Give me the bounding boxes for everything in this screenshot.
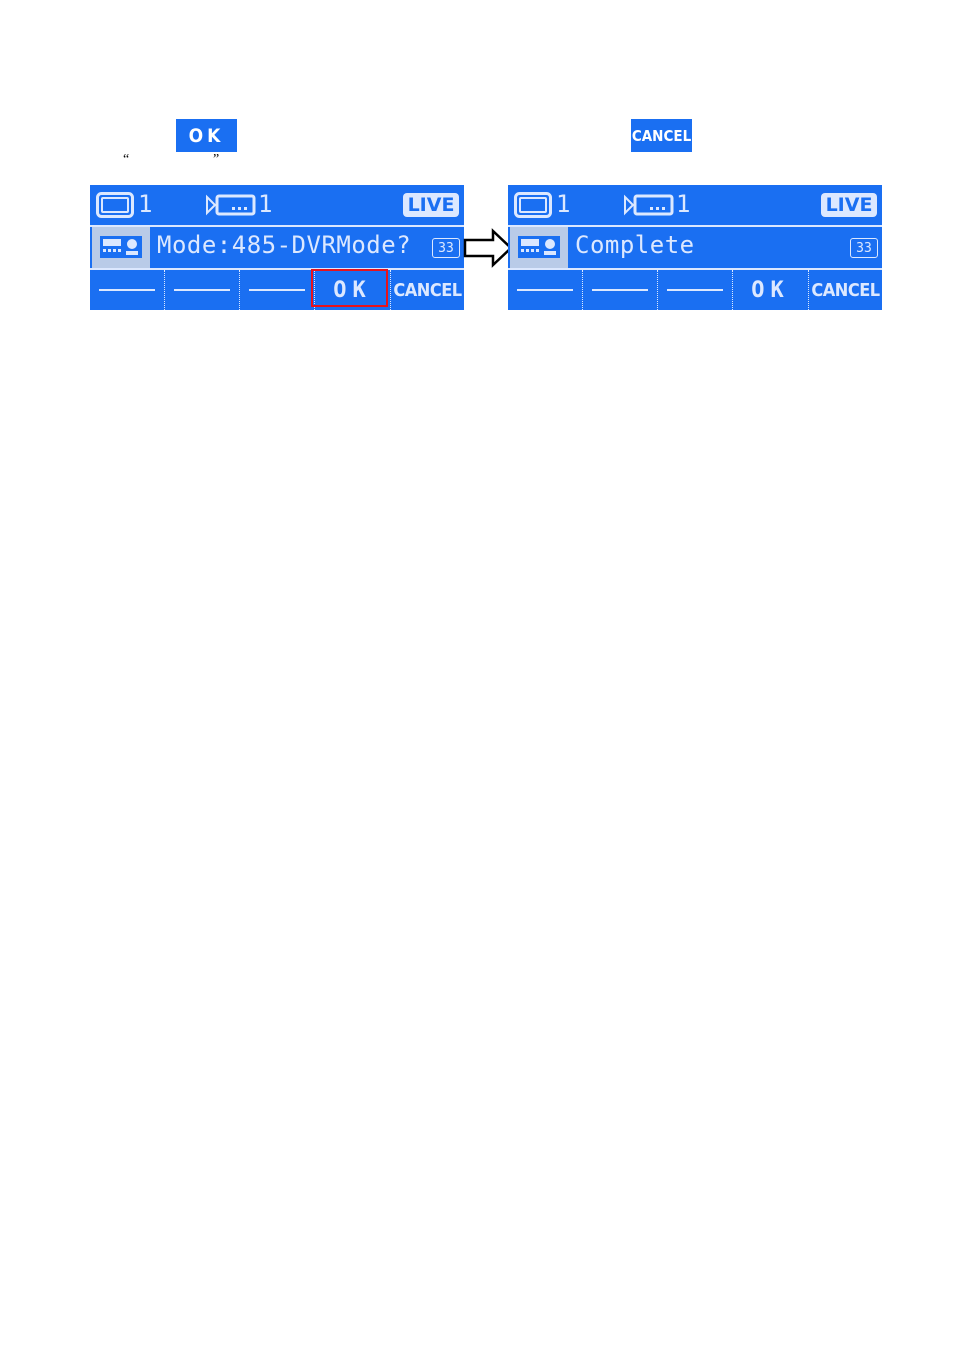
status-row: 1 1 LIVE bbox=[508, 185, 882, 225]
cancel-label: CANCEL bbox=[393, 279, 462, 301]
softkey-2[interactable] bbox=[582, 270, 657, 310]
monitor-count: 1 bbox=[556, 190, 571, 218]
softkey-cancel[interactable]: CANCEL bbox=[390, 270, 464, 310]
lcd-screen-after: 1 1 LIVE Complete 33 OK CANCEL bbox=[508, 185, 882, 310]
lcd-message: Mode:485-DVRMode? bbox=[157, 231, 412, 259]
right-arrow-icon bbox=[463, 228, 513, 268]
empty-key-dash bbox=[592, 289, 648, 291]
empty-key-dash bbox=[517, 289, 573, 291]
dvr-icon-box bbox=[92, 227, 150, 268]
cancel-label: CANCEL bbox=[811, 279, 880, 301]
message-row: Mode:485-DVRMode? 33 bbox=[90, 227, 464, 268]
softkey-cancel[interactable]: CANCEL bbox=[808, 270, 882, 310]
monitor-icon bbox=[514, 192, 552, 218]
monitor-count: 1 bbox=[138, 190, 153, 218]
live-badge: LIVE bbox=[821, 193, 877, 217]
ok-label: OK bbox=[751, 277, 790, 303]
softkey-ok[interactable]: OK bbox=[732, 270, 808, 310]
channel-badge: 33 bbox=[850, 238, 878, 258]
softkey-row: OK CANCEL bbox=[508, 270, 882, 310]
empty-key-dash bbox=[174, 289, 230, 291]
lcd-screen-before: 1 1 LIVE Mode:485-DVRMode? 33 OK CANCEL bbox=[90, 185, 464, 310]
softkey-2[interactable] bbox=[164, 270, 239, 310]
close-quote: ” bbox=[213, 152, 220, 167]
softkey-row: OK CANCEL bbox=[90, 270, 464, 310]
status-row: 1 1 LIVE bbox=[90, 185, 464, 225]
empty-key-dash bbox=[99, 289, 155, 291]
dvr-icon-box bbox=[510, 227, 568, 268]
softkey-1[interactable] bbox=[508, 270, 582, 310]
monitor-icon bbox=[96, 192, 134, 218]
channel-badge: 33 bbox=[432, 238, 460, 258]
ok-key-chip: OK bbox=[176, 119, 237, 152]
dvr-keypad-icon bbox=[100, 236, 142, 258]
live-badge: LIVE bbox=[403, 193, 459, 217]
camera-icon bbox=[624, 194, 674, 216]
softkey-3[interactable] bbox=[657, 270, 732, 310]
lcd-message: Complete bbox=[575, 231, 695, 259]
softkey-ok[interactable]: OK bbox=[314, 270, 390, 310]
camera-icon bbox=[206, 194, 256, 216]
ok-label: OK bbox=[333, 277, 372, 303]
open-quote: “ bbox=[123, 152, 130, 167]
cancel-key-chip: CANCEL bbox=[631, 119, 692, 152]
camera-count: 1 bbox=[258, 190, 273, 218]
camera-count: 1 bbox=[676, 190, 691, 218]
message-row: Complete 33 bbox=[508, 227, 882, 268]
empty-key-dash bbox=[667, 289, 723, 291]
dvr-keypad-icon bbox=[518, 236, 560, 258]
empty-key-dash bbox=[249, 289, 305, 291]
softkey-1[interactable] bbox=[90, 270, 164, 310]
softkey-3[interactable] bbox=[239, 270, 314, 310]
